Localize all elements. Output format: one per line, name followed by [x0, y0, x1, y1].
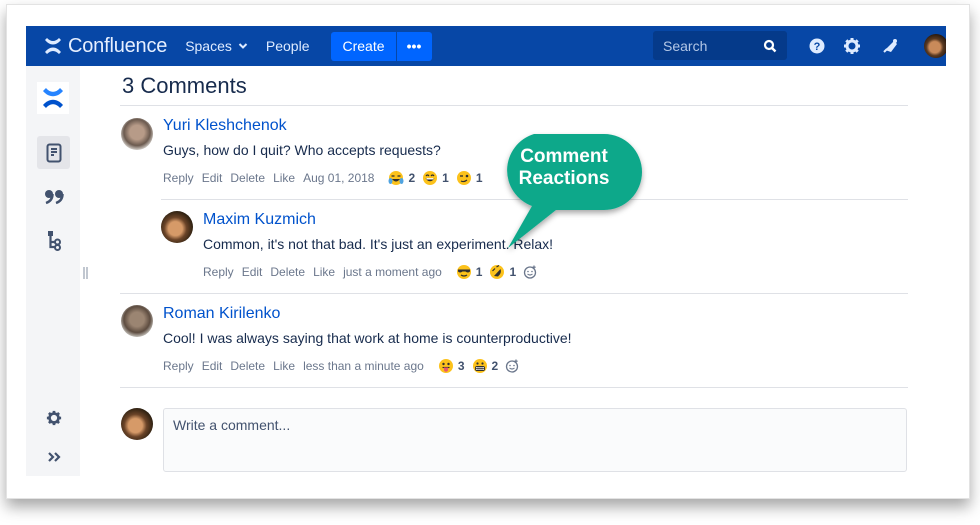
reaction-joy[interactable]: 2: [388, 170, 415, 186]
confluence-home-link[interactable]: Confluence: [44, 35, 167, 58]
like-link[interactable]: Like: [273, 171, 295, 185]
chevron-down-icon: [238, 43, 248, 49]
quote-icon: [44, 189, 64, 204]
reaction-tongue[interactable]: 3: [438, 358, 465, 374]
more-options-button[interactable]: •••: [396, 31, 432, 61]
confluence-space-icon: [43, 88, 63, 108]
edit-link[interactable]: Edit: [202, 171, 223, 185]
settings-icon[interactable]: [843, 37, 861, 55]
sidebar-item-pages[interactable]: [37, 136, 70, 169]
top-navigation: Confluence Spaces People Create ••• Sear…: [26, 26, 946, 66]
sidebar-expand-button[interactable]: [37, 440, 70, 473]
reaction-grimace[interactable]: 2: [472, 358, 499, 374]
nav-spaces-label: Spaces: [185, 38, 232, 54]
create-button[interactable]: Create: [331, 31, 396, 61]
joy-emoji-icon: [388, 171, 404, 185]
reaction-count: 1: [509, 265, 517, 279]
reply-link[interactable]: Reply: [163, 359, 194, 373]
page-icon: [46, 143, 61, 162]
comment-date: Aug 01, 2018: [303, 171, 375, 185]
add-reaction-icon[interactable]: [523, 265, 537, 279]
edit-link[interactable]: Edit: [242, 265, 263, 279]
comment-actions: Reply Edit Delete Like Aug 01, 2018 2 1 …: [163, 170, 490, 186]
reaction-rofl[interactable]: 1: [489, 264, 516, 280]
smile-emoji-icon: [423, 171, 438, 185]
reaction-count: 3: [457, 359, 465, 373]
search-icon: [763, 39, 777, 52]
reaction-count: 1: [475, 265, 483, 279]
confluence-logo-icon: [45, 38, 61, 54]
rofl-emoji-icon: [490, 264, 505, 279]
reaction-count: 1: [475, 171, 483, 185]
reaction-count: 2: [408, 171, 416, 185]
user-avatar[interactable]: [924, 34, 946, 58]
comment-author[interactable]: Roman Kirilenko: [163, 305, 280, 323]
delete-link[interactable]: Delete: [270, 265, 305, 279]
brand-name: Confluence: [68, 34, 168, 57]
like-link[interactable]: Like: [273, 359, 295, 373]
callout-line-2: Reactions: [518, 168, 610, 189]
comment-input-placeholder: Write a comment...: [173, 417, 291, 433]
sidebar: [26, 66, 80, 476]
tongue-emoji-icon: [438, 359, 453, 373]
callout-text: Comment Reactions: [494, 146, 634, 190]
svg-text:?: ?: [814, 41, 821, 53]
comment-reactions-callout: Comment Reactions: [494, 132, 650, 258]
like-link[interactable]: Like: [313, 265, 335, 279]
comment-actions: Reply Edit Delete Like less than a minut…: [163, 358, 519, 374]
nav-people-label: People: [265, 38, 310, 54]
reaction-count: 2: [491, 359, 499, 373]
comment-actions: Reply Edit Delete Like just a moment ago…: [203, 264, 537, 280]
notifications-icon[interactable]: [881, 37, 899, 55]
reaction-sunglasses[interactable]: 1: [456, 264, 483, 280]
comment-body: Guys, how do I quit? Who accepts request…: [163, 142, 441, 158]
nav-spaces[interactable]: Spaces: [185, 38, 248, 54]
comment-input[interactable]: Write a comment...: [163, 408, 907, 472]
sidebar-item-settings[interactable]: [37, 401, 70, 434]
sidebar-resize-handle[interactable]: [83, 266, 89, 279]
divider: [120, 105, 908, 106]
search-input[interactable]: Search: [653, 31, 787, 60]
page-tree-icon: [47, 230, 61, 251]
wink-emoji-icon: [456, 171, 471, 185]
comment-date: just a moment ago: [343, 265, 442, 279]
grimace-emoji-icon: [472, 359, 487, 373]
reply-link[interactable]: Reply: [163, 171, 194, 185]
sidebar-item-page-tree[interactable]: [37, 224, 70, 257]
reaction-wink[interactable]: 1: [456, 170, 483, 186]
current-user-avatar: [121, 408, 153, 440]
sidebar-item-blog[interactable]: [37, 180, 70, 213]
nav-people[interactable]: People: [266, 38, 310, 54]
divider: [120, 387, 908, 388]
edit-link[interactable]: Edit: [202, 359, 223, 373]
help-icon[interactable]: ?: [808, 37, 826, 55]
delete-link[interactable]: Delete: [230, 171, 265, 185]
reaction-smile[interactable]: 1: [422, 170, 449, 186]
double-chevron-right-icon: [47, 451, 61, 462]
reply-link[interactable]: Reply: [203, 265, 234, 279]
avatar[interactable]: [121, 305, 153, 337]
confluence-app: Confluence Spaces People Create ••• Sear…: [26, 26, 946, 476]
add-reaction-icon[interactable]: [505, 359, 519, 373]
comments-title: 3 Comments: [122, 73, 247, 98]
avatar[interactable]: [161, 211, 193, 243]
space-logo[interactable]: [37, 82, 69, 114]
divider: [120, 293, 908, 294]
delete-link[interactable]: Delete: [230, 359, 265, 373]
comment-date: less than a minute ago: [303, 359, 424, 373]
comment-author[interactable]: Maxim Kuzmich: [203, 211, 316, 229]
comment-author[interactable]: Yuri Kleshchenok: [163, 117, 287, 135]
search-placeholder: Search: [663, 37, 708, 54]
settings-icon: [46, 410, 61, 425]
callout-line-1: Comment: [520, 146, 608, 167]
avatar[interactable]: [121, 118, 153, 150]
reaction-count: 1: [442, 171, 449, 185]
comment-body: Cool! I was always saying that work at h…: [163, 330, 572, 346]
sunglasses-emoji-icon: [456, 265, 471, 279]
